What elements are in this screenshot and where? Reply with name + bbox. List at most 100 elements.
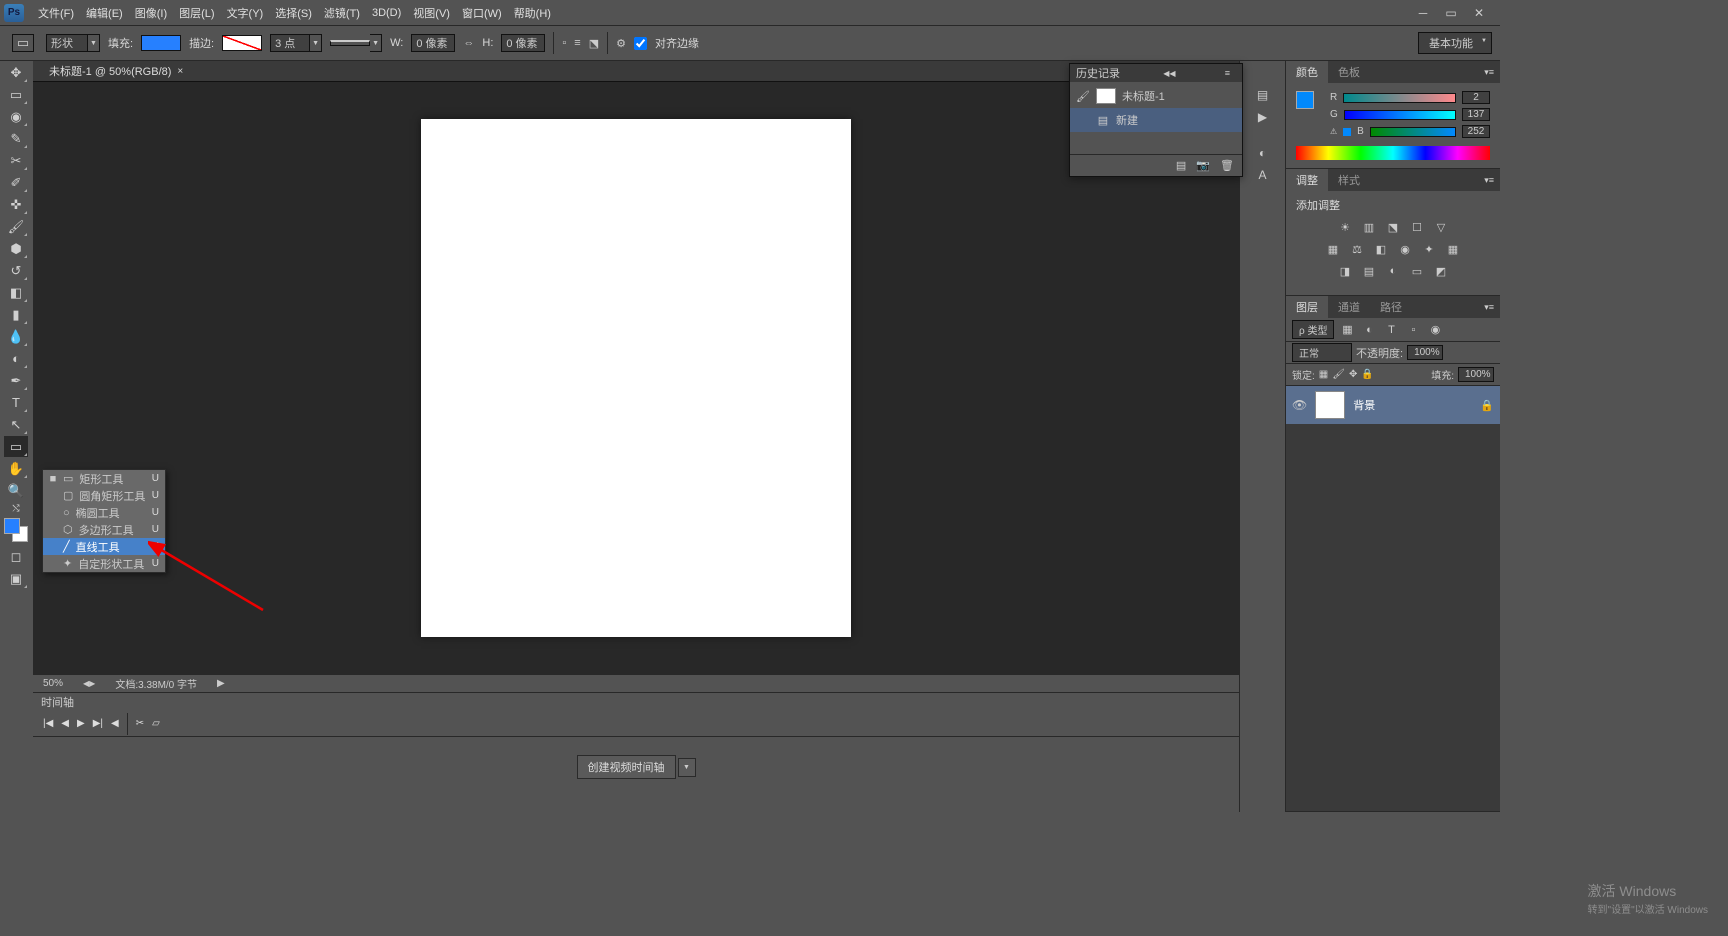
hand-tool[interactable]: ✋ (4, 458, 28, 479)
layer-item-background[interactable]: 👁 背景 🔒 (1286, 386, 1500, 424)
posterize-icon[interactable]: ▤ (1360, 263, 1378, 279)
menu-view[interactable]: 视图(V) (407, 2, 456, 24)
close-button[interactable]: ✕ (1470, 6, 1488, 20)
fill-input[interactable]: 100% (1458, 367, 1494, 382)
swap-colors-icon[interactable]: ⤭ (4, 502, 28, 514)
gradient-map-icon[interactable]: ▭ (1408, 263, 1426, 279)
timeline-first-frame[interactable]: |◀ (43, 718, 53, 729)
timeline-play[interactable]: ▶ (77, 718, 85, 729)
color-panel-fg-bg[interactable] (1296, 91, 1322, 117)
dock-actions-icon[interactable]: ▶ (1253, 108, 1273, 126)
create-doc-from-state-icon[interactable]: ▤ (1176, 159, 1186, 172)
invert-icon[interactable]: ◨ (1336, 263, 1354, 279)
menu-3d[interactable]: 3D(D) (366, 4, 407, 22)
menu-window[interactable]: 窗口(W) (456, 2, 508, 24)
swatches-tab[interactable]: 色板 (1328, 61, 1370, 83)
filter-shape-icon[interactable]: ▫ (1404, 322, 1422, 338)
eraser-tool[interactable]: ◧ (4, 282, 28, 303)
bw-icon[interactable]: ◧ (1372, 241, 1390, 257)
timeline-next-frame[interactable]: ▶| (93, 718, 103, 729)
r-value[interactable]: 2 (1462, 91, 1490, 104)
tool-mode-dropdown-arrow[interactable]: ▼ (88, 34, 100, 52)
blend-mode-dropdown[interactable]: 正常 (1292, 343, 1352, 362)
vibrance-icon[interactable]: ▽ (1432, 219, 1450, 235)
menu-type[interactable]: 文字(Y) (221, 2, 270, 24)
balance-icon[interactable]: ⚖ (1348, 241, 1366, 257)
marquee-tool[interactable]: ▭ (4, 84, 28, 105)
document-tab[interactable]: 未标题-1 @ 50%(RGB/8) × (41, 61, 191, 81)
brightness-icon[interactable]: ☀ (1336, 219, 1354, 235)
b-value[interactable]: 252 (1462, 125, 1490, 138)
zoom-arrows[interactable]: ◀▶ (83, 679, 95, 688)
menu-help[interactable]: 帮助(H) (508, 2, 557, 24)
align-icon[interactable]: ≡ (574, 37, 580, 49)
gamut-warning-icon[interactable]: ⚠ (1330, 127, 1337, 136)
filter-type-icon[interactable]: T (1382, 322, 1400, 338)
crop-tool[interactable]: ✂ (4, 150, 28, 171)
quick-mask-toggle[interactable]: ◻ (4, 546, 28, 567)
lookup-icon[interactable]: ▦ (1444, 241, 1462, 257)
gear-icon[interactable]: ⚙ (616, 37, 626, 50)
exposure-icon[interactable]: ☐ (1408, 219, 1426, 235)
threshold-icon[interactable]: ◐ (1384, 263, 1402, 279)
width-input[interactable] (411, 34, 455, 52)
stroke-width-dropdown[interactable]: ▼ (310, 34, 322, 52)
active-tool-indicator[interactable]: ▭ (12, 34, 34, 52)
color-panel-menu[interactable]: ▾≡ (1478, 67, 1500, 78)
stamp-tool[interactable]: ⬢ (4, 238, 28, 259)
dock-properties-icon[interactable]: ◐ (1253, 144, 1273, 162)
menu-select[interactable]: 选择(S) (269, 2, 318, 24)
lock-trans-icon[interactable]: ▦ (1319, 369, 1328, 380)
filter-pixel-icon[interactable]: ▦ (1338, 322, 1356, 338)
shape-tool[interactable]: ▭ (4, 436, 28, 457)
path-ops-icon[interactable]: ▫ (562, 37, 566, 49)
foreground-background-colors[interactable] (4, 518, 28, 542)
delete-state-icon[interactable]: 🗑 (1220, 159, 1234, 172)
lock-pixel-icon[interactable]: 🖌 (1332, 369, 1345, 380)
menu-layer[interactable]: 图层(L) (173, 2, 220, 24)
selective-icon[interactable]: ◩ (1432, 263, 1450, 279)
styles-tab[interactable]: 样式 (1328, 169, 1370, 191)
timeline-last-frame[interactable]: ◀ (111, 718, 119, 729)
fill-color-swatch[interactable] (141, 35, 181, 51)
levels-icon[interactable]: ▥ (1360, 219, 1378, 235)
photo-filter-icon[interactable]: ◉ (1396, 241, 1414, 257)
link-wh-icon[interactable]: ⇔ (463, 37, 474, 49)
menu-filter[interactable]: 滤镜(T) (318, 2, 366, 24)
timeline-transition-icon[interactable]: ▱ (152, 718, 160, 729)
dodge-tool[interactable]: ◐ (4, 348, 28, 369)
workspace-dropdown[interactable]: 基本功能 (1418, 32, 1492, 54)
eyedropper-tool[interactable]: ✐ (4, 172, 28, 193)
quick-select-tool[interactable]: ✎ (4, 128, 28, 149)
flyout-polygon-tool[interactable]: ⬡ 多边形工具 U (43, 521, 165, 538)
history-brush-tool[interactable]: ↺ (4, 260, 28, 281)
layers-tab[interactable]: 图层 (1286, 296, 1328, 318)
history-step-new[interactable]: ▤ 新建 (1070, 108, 1242, 132)
layer-filter-type[interactable]: ρ 类型 (1292, 320, 1334, 339)
history-brush-src-icon[interactable]: 🖌 (1076, 89, 1090, 103)
g-value[interactable]: 137 (1462, 108, 1490, 121)
timeline-split-icon[interactable]: ✂ (136, 718, 144, 729)
timeline-prev-frame[interactable]: ◀ (61, 718, 69, 729)
adjustments-tab[interactable]: 调整 (1286, 169, 1328, 191)
pen-tool[interactable]: ✒ (4, 370, 28, 391)
tool-mode-dropdown[interactable]: 形状 (46, 34, 88, 52)
history-snapshot[interactable]: 🖌 未标题-1 (1070, 84, 1242, 108)
document-close-icon[interactable]: × (177, 66, 183, 77)
maximize-button[interactable]: ▭ (1442, 6, 1460, 20)
filter-smart-icon[interactable]: ◉ (1426, 322, 1444, 338)
layer-thumbnail[interactable] (1315, 391, 1345, 419)
history-panel-menu[interactable]: ≡ (1219, 68, 1236, 78)
dock-character-icon[interactable]: A (1253, 166, 1273, 184)
color-ramp[interactable] (1296, 146, 1490, 160)
minimize-button[interactable]: ─ (1414, 6, 1432, 20)
arrange-icon[interactable]: ⬔ (589, 37, 599, 50)
filter-adjust-icon[interactable]: ◐ (1360, 322, 1378, 338)
adjustments-panel-menu[interactable]: ▾≡ (1478, 175, 1500, 186)
flyout-rounded-rectangle-tool[interactable]: ▢ 圆角矩形工具 U (43, 487, 165, 504)
stroke-width-input[interactable]: 3 点 (270, 34, 310, 52)
path-select-tool[interactable]: ↖ (4, 414, 28, 435)
g-slider[interactable] (1344, 110, 1456, 120)
create-snapshot-icon[interactable]: 📷 (1196, 159, 1210, 172)
lock-pos-icon[interactable]: ✥ (1349, 369, 1357, 380)
